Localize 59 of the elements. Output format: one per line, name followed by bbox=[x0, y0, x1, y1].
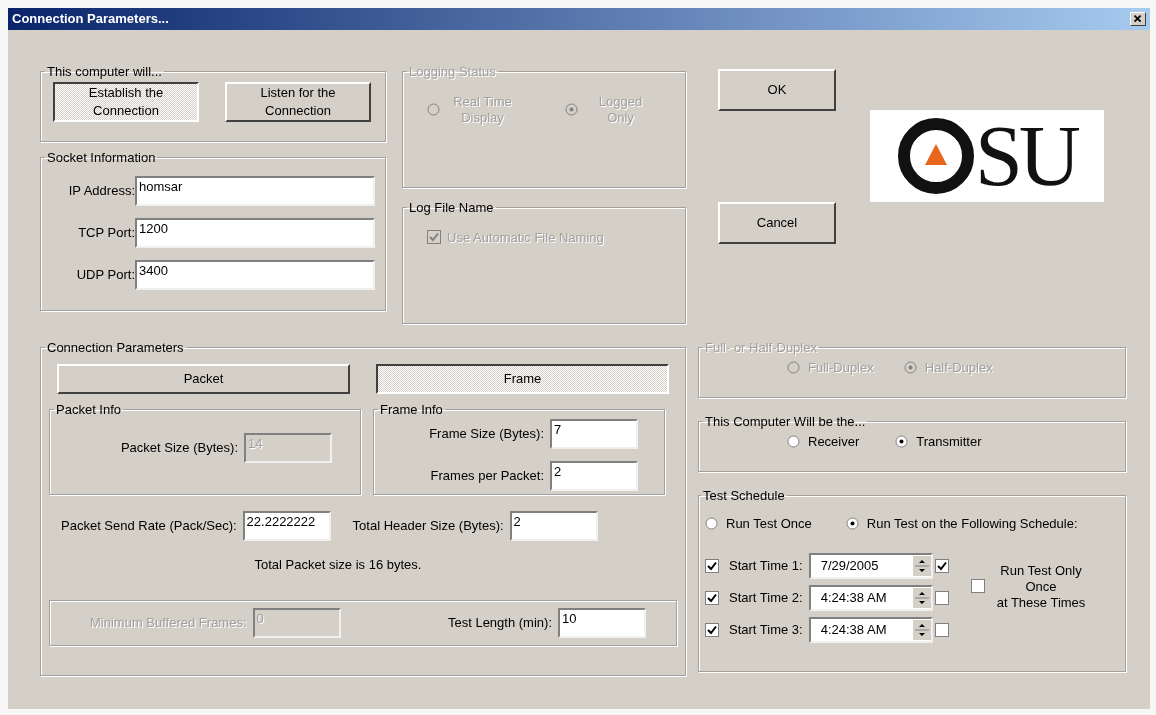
logo-text: SU bbox=[975, 116, 1077, 196]
checkbox[interactable] bbox=[934, 591, 949, 605]
checkbox[interactable] bbox=[934, 559, 949, 573]
field-label: IP Address: bbox=[68, 181, 135, 200]
radio-button[interactable]: Receiver bbox=[787, 431, 860, 451]
text-field[interactable]: 7 bbox=[550, 419, 638, 449]
push-button[interactable]: Packet bbox=[57, 363, 350, 394]
window-title: Connection Parameters... bbox=[12, 10, 169, 29]
text-field[interactable]: 10 bbox=[558, 608, 646, 638]
push-button[interactable]: Establish the Connection bbox=[53, 81, 199, 122]
ring-icon bbox=[897, 117, 976, 195]
radio-button[interactable]: Run Test on the Following Schedule: bbox=[845, 513, 1078, 533]
date-time-field[interactable]: 4:24:38 AM bbox=[808, 585, 933, 611]
field-label: TCP Port: bbox=[78, 223, 135, 242]
group-title: Log File Name bbox=[408, 199, 495, 217]
close-icon[interactable] bbox=[1130, 12, 1146, 26]
group-title: This Computer Will be the... bbox=[704, 413, 867, 431]
checkbox[interactable] bbox=[705, 559, 719, 573]
checkbox[interactable] bbox=[934, 623, 949, 637]
push-button[interactable]: OK bbox=[718, 69, 836, 111]
group-title: Connection Parameters bbox=[46, 339, 185, 357]
field-label: Frame Size (Bytes): bbox=[429, 425, 544, 444]
push-button[interactable]: Listen for the Connection bbox=[225, 81, 371, 122]
text-field[interactable]: 2 bbox=[550, 461, 638, 491]
spinner-icon[interactable] bbox=[912, 620, 931, 640]
field-label: Start Time 3: bbox=[729, 621, 803, 640]
field-label: UDP Port: bbox=[76, 265, 135, 284]
date-time-field[interactable]: 7/29/2005 bbox=[808, 553, 933, 579]
summary-text: Total Packet size is 16 bytes. bbox=[253, 555, 423, 574]
text-field[interactable]: 22.2222222 bbox=[242, 510, 331, 541]
group-title: Test Schedule bbox=[702, 487, 786, 505]
field-label: Test Length (min): bbox=[447, 614, 552, 633]
push-button[interactable]: Cancel bbox=[718, 202, 836, 244]
text-field[interactable]: 3400 bbox=[135, 259, 375, 290]
group-title: Packet Info bbox=[55, 400, 123, 419]
date-time-field[interactable]: 4:24:38 AM bbox=[808, 617, 933, 643]
field-label: Packet Send Rate (Pack/Sec): bbox=[61, 516, 237, 535]
radio-button[interactable]: Run Test Once bbox=[705, 513, 812, 533]
radio-button[interactable]: Transmitter bbox=[895, 431, 982, 451]
group-title: Socket Information bbox=[46, 149, 157, 167]
field-label: Frames per Packet: bbox=[430, 467, 544, 486]
group-title: Logging Status bbox=[408, 63, 497, 81]
group-title: Full- or Half-Duplex bbox=[704, 339, 818, 357]
checkbox-label: Run Test Only Once at These Times bbox=[996, 563, 1086, 611]
checkbox[interactable] bbox=[705, 623, 719, 637]
text-field[interactable]: 1200 bbox=[135, 217, 375, 248]
group-title: Frame Info bbox=[379, 400, 444, 419]
text-field[interactable]: homsar bbox=[135, 175, 375, 206]
field-label: Start Time 1: bbox=[729, 557, 803, 576]
spinner-icon[interactable] bbox=[912, 588, 931, 608]
checkbox[interactable] bbox=[970, 579, 985, 593]
checkbox[interactable] bbox=[705, 591, 719, 605]
spinner-icon[interactable] bbox=[912, 556, 931, 576]
field-label: Start Time 2: bbox=[729, 589, 803, 608]
field-label: Packet Size (Bytes): bbox=[120, 439, 238, 458]
field-label: Total Header Size (Bytes): bbox=[352, 516, 504, 535]
text-field[interactable]: 2 bbox=[509, 510, 598, 541]
push-button[interactable]: Frame bbox=[376, 363, 669, 394]
group-title: This computer will... bbox=[46, 63, 163, 81]
